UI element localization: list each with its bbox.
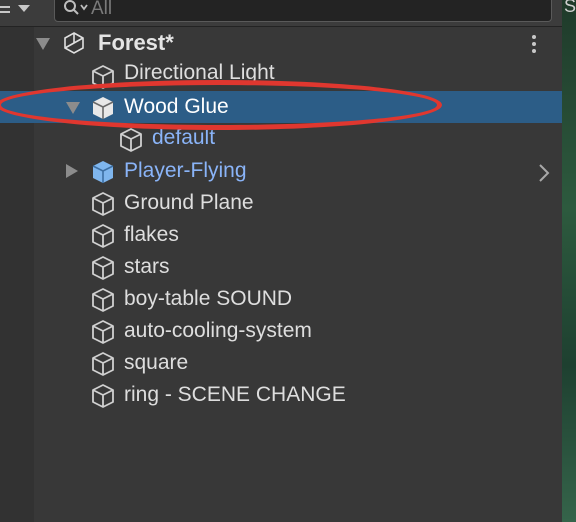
hierarchy-item-label: Ground Plane [124, 191, 254, 214]
cube-icon [92, 224, 114, 248]
chevron-right-icon[interactable] [537, 163, 551, 183]
hierarchy-item[interactable]: auto-cooling-system [0, 315, 562, 347]
hierarchy-item-label: ring - SCENE CHANGE [124, 383, 346, 406]
hierarchy-item[interactable]: square [0, 347, 562, 379]
cube-icon [92, 320, 114, 344]
hierarchy-item-label: auto-cooling-system [124, 319, 312, 342]
search-input[interactable] [91, 0, 531, 19]
hierarchy-item[interactable]: Player-Flying [0, 155, 562, 187]
hierarchy-item-label: square [124, 351, 189, 374]
hierarchy-item-label: stars [124, 255, 170, 278]
hierarchy-item[interactable]: Directional Light [0, 59, 562, 91]
cube-icon [92, 288, 114, 312]
hierarchy-item[interactable]: Ground Plane [0, 187, 562, 219]
hierarchy-item-label: flakes [124, 223, 179, 246]
hierarchy-item-label: boy-table SOUND [124, 287, 293, 310]
kebab-menu-icon[interactable] [532, 35, 536, 56]
scene-tab-fragment: S [564, 0, 576, 16]
scene-name: Forest* [98, 30, 174, 55]
cube-icon [92, 352, 114, 376]
hierarchy-item-selected[interactable]: Wood Glue [0, 91, 562, 123]
fold-arrow-icon[interactable] [36, 38, 50, 50]
hierarchy-item-label: Directional Light [124, 61, 275, 84]
scene-view-strip [562, 0, 576, 522]
hierarchy-item[interactable]: flakes [0, 219, 562, 251]
prefab-cube-icon [92, 161, 114, 183]
search-field[interactable] [54, 0, 552, 22]
cube-icon [92, 256, 114, 280]
fold-arrow-icon[interactable] [66, 102, 80, 114]
search-icon [64, 0, 88, 15]
scene-row[interactable]: Forest* [0, 27, 562, 59]
cube-icon [92, 192, 114, 216]
dropdown-caret-icon[interactable] [18, 5, 30, 12]
hierarchy-item[interactable]: stars [0, 251, 562, 283]
cube-icon [92, 65, 114, 89]
cube-icon [92, 384, 114, 408]
hierarchy-item[interactable]: ring - SCENE CHANGE [0, 379, 562, 411]
hierarchy-item[interactable]: default [0, 123, 562, 155]
unity-scene-icon [64, 32, 84, 54]
hierarchy-item-label: default [152, 126, 216, 149]
fold-arrow-icon[interactable] [66, 164, 78, 178]
cube-icon [120, 128, 142, 152]
hierarchy-item-label: Wood Glue [124, 95, 229, 118]
prefab-cube-icon [92, 97, 114, 119]
menu-icon[interactable] [0, 3, 14, 19]
hierarchy-item-label: Player-Flying [124, 159, 247, 182]
hierarchy-toolbar [0, 0, 562, 27]
hierarchy-item[interactable]: boy-table SOUND [0, 283, 562, 315]
